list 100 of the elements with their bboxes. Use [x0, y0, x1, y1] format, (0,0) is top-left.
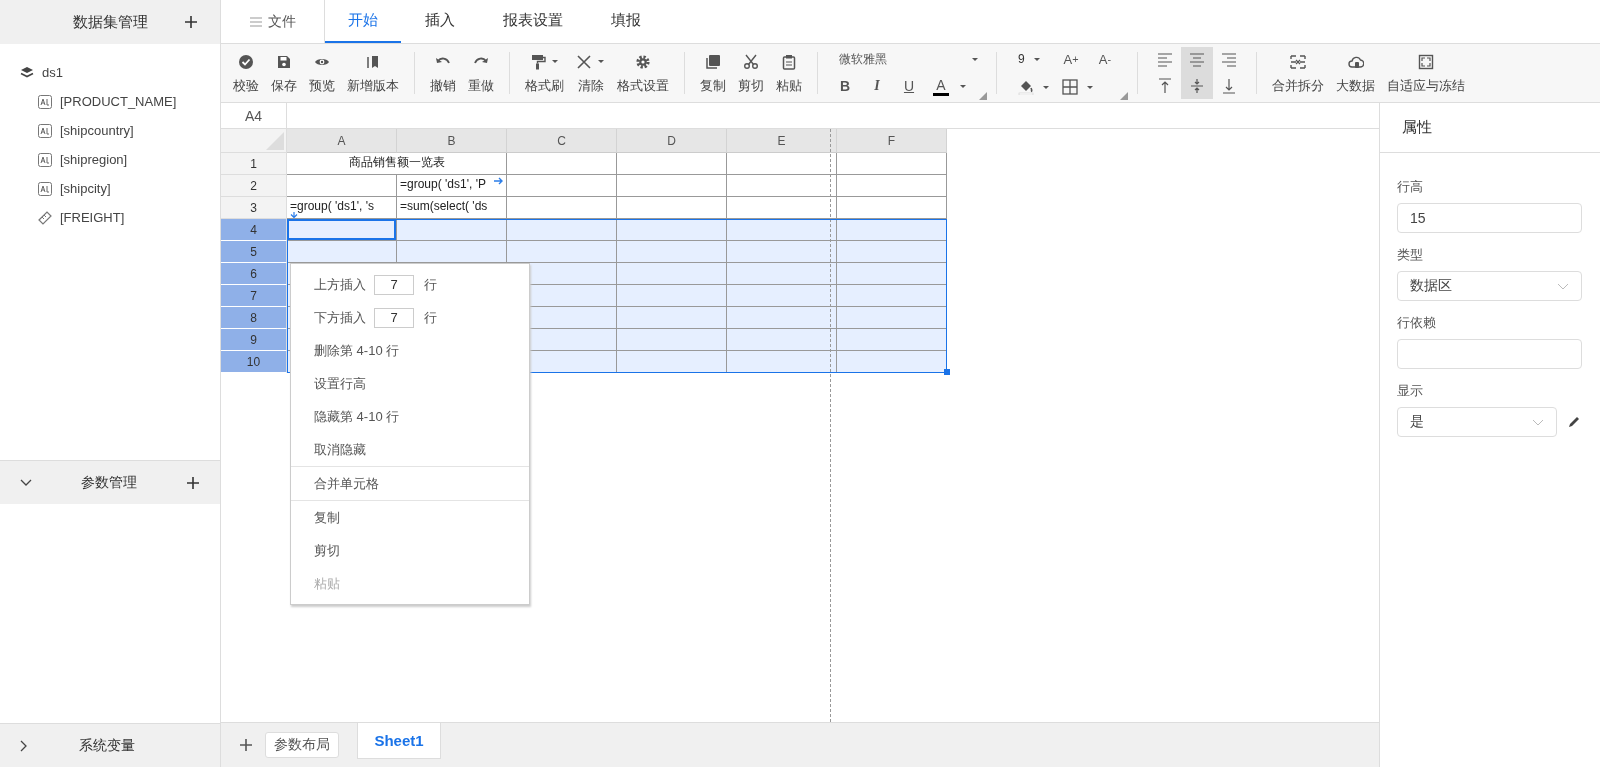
align-button[interactable]	[1181, 73, 1213, 99]
cross-icon	[576, 53, 592, 70]
dropdown-field[interactable]: 是	[1397, 407, 1557, 437]
row-header[interactable]: 3	[221, 197, 287, 219]
row-header[interactable]: 4	[221, 219, 287, 241]
text-field-icon	[38, 152, 52, 167]
toolbar-button[interactable]: 合并拆分	[1266, 51, 1330, 95]
field-label: 行高	[1397, 178, 1424, 196]
field-item[interactable]: [PRODUCT_NAME]	[60, 94, 177, 109]
menu-item[interactable]: 取消隐藏	[291, 433, 529, 466]
clipboard-icon	[781, 53, 797, 70]
grid-icon	[1062, 79, 1078, 95]
row-header[interactable]: 2	[221, 175, 287, 197]
toolbar-button[interactable]: 预览	[303, 51, 341, 95]
row-count-field[interactable]: 7	[374, 274, 414, 295]
toolbar-button[interactable]: 格式刷	[519, 51, 570, 95]
row-header[interactable]: 7	[221, 285, 287, 307]
toolbar-button[interactable]: 重做	[462, 51, 500, 95]
row-header[interactable]: 9	[221, 329, 287, 351]
menu-item[interactable]: 设置行高	[291, 367, 529, 400]
text-field-icon	[38, 94, 52, 109]
caret-down-icon	[597, 58, 605, 65]
row-header[interactable]: 8	[221, 307, 287, 329]
toolbar-button[interactable]: 清除	[570, 51, 611, 95]
corner-launcher-icon[interactable]	[1120, 92, 1128, 100]
toolbar-button[interactable]: 粘贴	[770, 51, 808, 95]
menu-item[interactable]: 隐藏第 4-10 行	[291, 400, 529, 433]
layout-button[interactable]: 参数布局	[265, 732, 339, 758]
cell-reference-field[interactable]: A4	[221, 103, 287, 128]
caret-down-icon	[1086, 83, 1094, 91]
panel-title: 属性	[1380, 103, 1600, 153]
column-header[interactable]: E	[727, 129, 837, 153]
pencil-icon[interactable]	[1567, 415, 1581, 429]
align-button[interactable]	[1181, 47, 1213, 73]
copy-icon	[705, 53, 721, 70]
toolbar-button[interactable]: 自适应与冻结	[1381, 51, 1471, 95]
field-label: 显示	[1397, 382, 1424, 400]
font-color-button[interactable]: A	[927, 75, 955, 97]
layers-icon	[20, 65, 34, 80]
add-icon[interactable]	[239, 738, 253, 752]
column-header[interactable]: D	[617, 129, 727, 153]
chevron-right-icon	[20, 739, 28, 752]
text-field-icon	[38, 123, 52, 138]
menu-item[interactable]: 删除第 4-10 行	[291, 334, 529, 367]
font-size-dropdown[interactable]: 9	[1014, 52, 1052, 66]
add-icon[interactable]	[186, 475, 200, 490]
section-header[interactable]: 系统变量	[0, 723, 220, 767]
text-style-button[interactable]: I	[863, 75, 891, 97]
row-count-field[interactable]: 7	[374, 307, 414, 328]
toolbar-button[interactable]: 校验	[227, 51, 265, 95]
settings-icon	[635, 53, 651, 70]
column-header[interactable]: C	[507, 129, 617, 153]
toolbar-button[interactable]: 复制	[694, 51, 732, 95]
chevron-down-icon	[20, 478, 32, 487]
toolbar-button[interactable]: 格式设置	[611, 51, 675, 95]
chevron-down-icon	[1532, 418, 1544, 426]
field-item[interactable]: [shipregion]	[60, 152, 128, 167]
unit-label: 行	[424, 275, 437, 294]
row-header[interactable]: 5	[221, 241, 287, 263]
align-top-icon	[1157, 78, 1173, 94]
column-header[interactable]: B	[397, 129, 507, 153]
toolbar-button[interactable]: 新增版本	[341, 51, 405, 95]
toolbar-button[interactable]: 撤销	[424, 51, 462, 95]
row-header[interactable]: 10	[221, 351, 287, 373]
chevron-down-icon	[1557, 282, 1569, 290]
add-icon[interactable]	[184, 15, 198, 29]
cell-text: =sum(select( 'ds	[400, 199, 488, 213]
menu-item[interactable]: 下方插入	[314, 308, 366, 327]
column-header[interactable]: F	[837, 129, 947, 153]
caret-down-icon	[971, 55, 979, 63]
column-header[interactable]: A	[287, 129, 397, 153]
ribbon-tab[interactable]: 插入	[401, 0, 479, 43]
menu-item[interactable]: 合并单元格	[291, 467, 529, 500]
text-style-button[interactable]: U	[895, 75, 923, 97]
cut-icon	[743, 53, 759, 70]
section-header[interactable]: 参数管理	[0, 460, 220, 504]
field-item[interactable]: [shipcountry]	[60, 123, 134, 138]
fill-handle[interactable]	[944, 369, 950, 375]
corner-launcher-icon[interactable]	[979, 92, 987, 100]
ribbon-tab[interactable]: 报表设置	[479, 0, 587, 43]
dropdown-field[interactable]: 数据区	[1397, 271, 1582, 301]
sheet-tab[interactable]: Sheet1	[357, 723, 441, 759]
menu-item[interactable]: 上方插入	[314, 275, 366, 294]
text-field[interactable]: 15	[1397, 203, 1582, 233]
row-header[interactable]: 1	[221, 153, 287, 175]
text-style-button[interactable]: B	[831, 75, 859, 97]
field-item[interactable]: [shipcity]	[60, 181, 111, 196]
ruler-icon	[38, 210, 52, 225]
toolbar-button[interactable]: 大数据	[1330, 51, 1381, 95]
toolbar-button[interactable]: 保存	[265, 51, 303, 95]
toolbar-button[interactable]: 剪切	[732, 51, 770, 95]
menu-item[interactable]: 复制	[291, 501, 529, 534]
row-header[interactable]: 6	[221, 263, 287, 285]
dataset-item[interactable]: ds1	[42, 65, 63, 80]
ribbon-tab[interactable]: 填报	[587, 0, 665, 43]
font-dropdown[interactable]: 微软雅黑	[831, 49, 979, 69]
menu-item[interactable]: 剪切	[291, 534, 529, 567]
file-menu-button[interactable]: 文件	[221, 0, 325, 43]
field-item[interactable]: [FREIGHT]	[60, 210, 125, 225]
text-field[interactable]	[1397, 339, 1582, 369]
